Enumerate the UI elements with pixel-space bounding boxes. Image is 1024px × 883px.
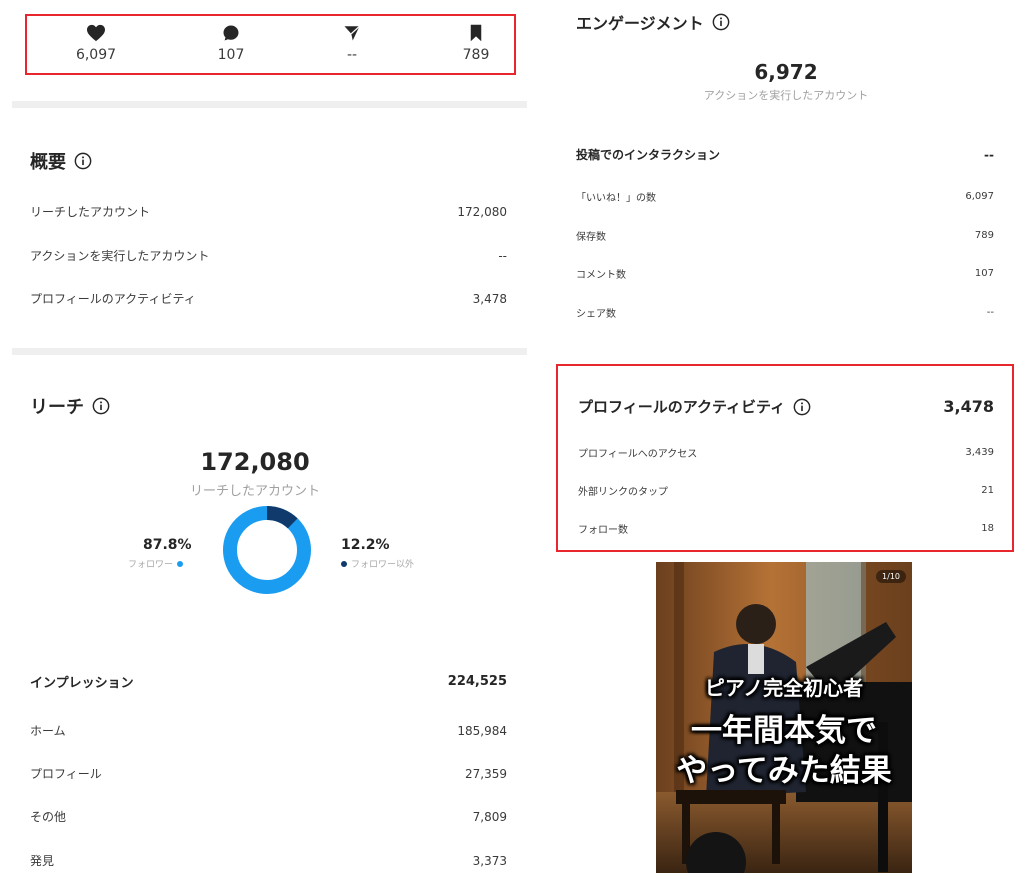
comment-icon <box>223 25 239 41</box>
slide-counter-badge: 1/10 <box>876 570 906 583</box>
likes-stat[interactable]: 6,097 <box>56 24 136 63</box>
row-label: コメント数 <box>576 270 626 281</box>
divider <box>12 101 527 108</box>
row-label: リーチしたアカウント <box>30 205 151 219</box>
interactions-value: -- <box>984 147 994 162</box>
row-value: -- <box>986 307 994 318</box>
row-label: アクションを実行したアカウント <box>30 249 210 263</box>
profile-activity-card: プロフィールのアクティビティ 3,478 プロフィールへのアクセス 3,439 … <box>556 364 1014 552</box>
row-label: その他 <box>30 810 67 824</box>
post-thumbnail[interactable]: 1/10 ピアノ完全初心者 一年間本気で やってみた結果 <box>656 562 912 873</box>
row-value: 107 <box>974 268 994 279</box>
row-label: 「いいね！」の数 <box>576 193 656 204</box>
reach-total: 172,080 <box>200 448 310 476</box>
followers-percent: 87.8% <box>143 537 192 553</box>
overview-row[interactable]: アクションを実行したアカウント -- <box>30 247 507 264</box>
impressions-value: 224,525 <box>447 674 507 689</box>
row-label: 外部リンクのタップ <box>578 487 668 498</box>
row-value: 789 <box>974 230 994 241</box>
engagement-title: エンゲージメント <box>576 14 704 33</box>
saves-stat[interactable]: 789 <box>436 24 516 63</box>
interactions-row[interactable]: 投稿でのインタラクション -- <box>576 146 994 163</box>
engagement-heading: エンゲージメント <box>576 10 730 34</box>
left-panel: 6,097 107 -- 789 概要 リーチしたアカウント 172,080 ア… <box>12 0 527 883</box>
row-value: -- <box>498 248 507 263</box>
engagement-row[interactable]: 「いいね！」の数 6,097 <box>576 189 994 204</box>
engagement-row[interactable]: コメント数 107 <box>576 266 994 281</box>
info-icon[interactable] <box>74 152 92 170</box>
interactions-label: 投稿でのインタラクション <box>576 148 721 162</box>
reach-subtitle: リーチしたアカウント <box>189 484 320 499</box>
row-label: フォロー数 <box>578 525 628 536</box>
impressions-source-row[interactable]: ホーム 185,984 <box>30 722 507 739</box>
shares-stat[interactable]: -- <box>312 24 392 63</box>
donut-followers-segment <box>223 506 311 594</box>
row-label: ホーム <box>30 724 66 738</box>
impressions-row[interactable]: インプレッション 224,525 <box>30 672 507 691</box>
impressions-source-row[interactable]: その他 7,809 <box>30 808 507 825</box>
impressions-source-row[interactable]: プロフィール 27,359 <box>30 765 507 782</box>
saves-count: 789 <box>462 47 490 63</box>
row-value: 3,439 <box>965 447 994 458</box>
row-value: 3,373 <box>472 853 507 868</box>
followers-legend-label: フォロワー <box>128 560 174 570</box>
engagement-subtitle: アクションを実行したアカウント <box>703 89 869 102</box>
row-label: プロフィールへのアクセス <box>578 449 698 460</box>
comments-stat[interactable]: 107 <box>191 24 271 63</box>
overview-heading: 概要 <box>30 148 92 174</box>
row-label: 発見 <box>30 854 55 868</box>
comments-count: 107 <box>217 47 245 63</box>
profile-activity-title: プロフィールのアクティビティ <box>578 398 786 416</box>
row-value: 172,080 <box>457 204 507 219</box>
bookmark-icon <box>470 24 482 42</box>
engagement-row[interactable]: シェア数 -- <box>576 305 994 320</box>
overview-title: 概要 <box>30 152 66 173</box>
engagement-row[interactable]: 保存数 789 <box>576 228 994 243</box>
reach-donut-chart <box>223 506 311 594</box>
thumbnail-caption-line1: ピアノ完全初心者 <box>704 676 864 700</box>
shares-count: -- <box>346 47 358 63</box>
nonfollowers-percent: 12.2% <box>341 537 390 553</box>
row-value: 18 <box>981 523 994 534</box>
profile-activity-header[interactable]: プロフィールのアクティビティ 3,478 <box>578 396 994 417</box>
divider <box>12 348 527 355</box>
reach-heading: リーチ <box>30 393 110 419</box>
profile-activity-row[interactable]: プロフィールへのアクセス 3,439 <box>578 445 994 460</box>
post-stats-bar: 6,097 107 -- 789 <box>25 14 516 75</box>
overview-row[interactable]: プロフィールのアクティビティ 3,478 <box>30 290 507 307</box>
thumbnail-caption-line3: やってみた結果 <box>676 753 892 789</box>
impressions-label: インプレッション <box>30 676 134 691</box>
info-icon[interactable] <box>712 13 730 31</box>
reach-title: リーチ <box>30 397 84 418</box>
profile-activity-title-wrap: プロフィールのアクティビティ <box>578 396 811 417</box>
info-icon[interactable] <box>92 397 110 415</box>
nonfollowers-legend-label: フォロワー以外 <box>351 560 415 570</box>
row-label: プロフィールのアクティビティ <box>30 292 196 306</box>
send-icon <box>344 25 360 41</box>
profile-activity-row[interactable]: フォロー数 18 <box>578 521 994 536</box>
followers-dot <box>177 560 184 567</box>
row-value: 7,809 <box>472 809 507 824</box>
nonfollowers-dot <box>341 560 347 567</box>
row-value: 3,478 <box>472 291 507 306</box>
row-label: シェア数 <box>576 309 616 320</box>
overview-row[interactable]: リーチしたアカウント 172,080 <box>30 203 507 220</box>
followers-legend: フォロワー <box>128 557 184 570</box>
likes-count: 6,097 <box>75 47 117 63</box>
row-label: プロフィール <box>30 767 102 781</box>
row-label: 保存数 <box>576 232 606 243</box>
profile-activity-row[interactable]: 外部リンクのタップ 21 <box>578 483 994 498</box>
heart-icon <box>87 24 105 42</box>
nonfollowers-legend: フォロワー以外 <box>341 557 414 570</box>
engagement-total: 6,972 <box>754 60 818 84</box>
impressions-source-row[interactable]: 発見 3,373 <box>30 852 507 869</box>
info-icon[interactable] <box>793 398 811 416</box>
row-value: 6,097 <box>965 191 994 202</box>
thumbnail-caption-line2: 一年間本気で <box>691 713 877 749</box>
row-value: 185,984 <box>457 723 507 738</box>
row-value: 21 <box>981 485 994 496</box>
profile-activity-value: 3,478 <box>943 397 994 416</box>
row-value: 27,359 <box>465 766 507 781</box>
right-panel: エンゲージメント 6,972 アクションを実行したアカウント 投稿でのインタラク… <box>556 0 1014 883</box>
